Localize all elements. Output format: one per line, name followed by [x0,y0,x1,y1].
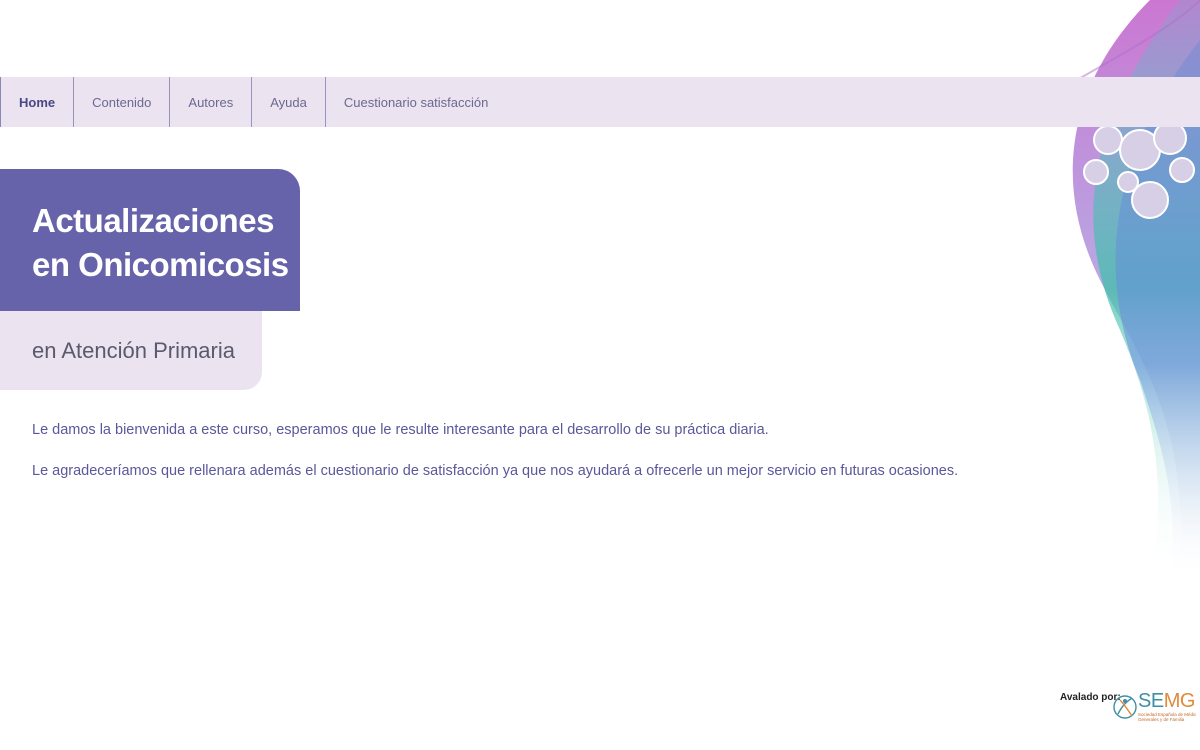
course-subtitle-block: en Atención Primaria [0,311,262,390]
course-subtitle: en Atención Primaria [32,338,235,363]
intro-text: Le damos la bienvenida a este curso, esp… [32,420,992,502]
welcome-paragraph: Le damos la bienvenida a este curso, esp… [32,422,769,438]
survey-paragraph: Le agradeceríamos que rellenara además e… [32,463,959,479]
nav-item-cuestionario[interactable]: Cuestionario satisfacción [326,77,507,127]
course-title-line1: Actualizaciones [32,202,274,239]
course-title-block: Actualizaciones en Onicomicosis [0,169,300,311]
semg-logo-text: SEMG [1138,690,1195,712]
endorsement: Avalado por: SEMG Sociedad Española de M… [1060,690,1196,730]
nav-item-autores[interactable]: Autores [170,77,253,127]
nav-item-home[interactable]: Home [1,77,75,127]
course-title-line2: en Onicomicosis [32,246,289,283]
nav-item-contenido[interactable]: Contenido [74,77,171,127]
page: Home Contenido Autores Ayuda Cuestionari… [0,0,1200,750]
semg-emblem-icon [1113,695,1137,719]
semg-logo[interactable]: SEMG Sociedad Española de Médicos Genera… [1112,690,1196,728]
semg-logo-subtitle: Sociedad Española de Médicos Generales y… [1138,712,1196,722]
main-nav: Home Contenido Autores Ayuda Cuestionari… [0,77,1200,127]
nav-item-ayuda[interactable]: Ayuda [252,77,326,127]
